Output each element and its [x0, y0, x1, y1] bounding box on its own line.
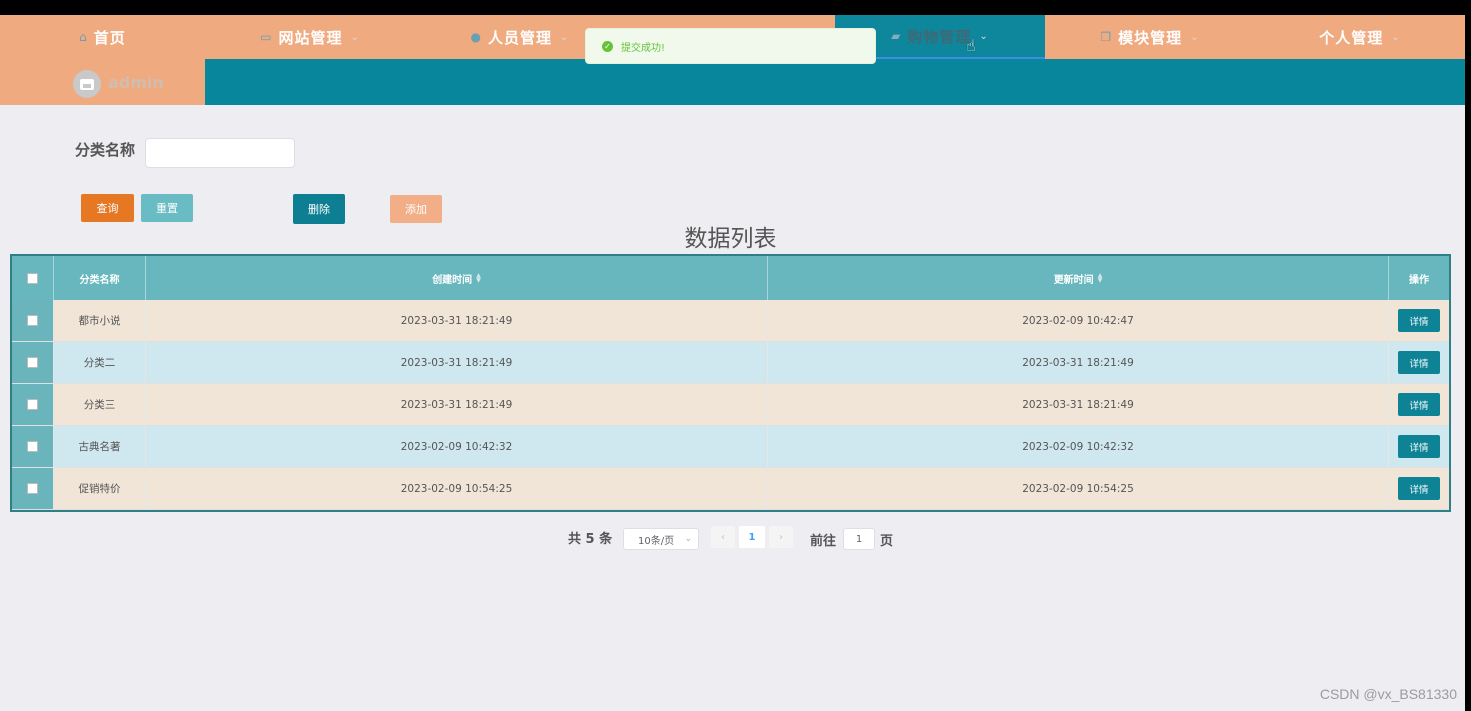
column-header-name: 分类名称 [54, 256, 146, 300]
row-select-cell [12, 300, 54, 342]
cell-created: 2023-03-31 18:21:49 [146, 300, 768, 342]
goto-label: 前往 [810, 534, 837, 549]
detail-button[interactable]: 详情 [1398, 351, 1440, 374]
reset-button[interactable]: 重置 [141, 194, 193, 222]
cell-name: 促销特价 [54, 468, 146, 510]
right-black-bar [1465, 15, 1471, 711]
pagination-total: 共 5 条 [568, 532, 613, 547]
nav-item-module[interactable]: ❐ 模块管理 ⌄ [1045, 15, 1255, 59]
sort-icon[interactable]: ▲ ▼ [476, 273, 481, 284]
detail-button[interactable]: 详情 [1398, 393, 1440, 416]
prev-page-button[interactable]: ‹ [711, 526, 735, 548]
top-black-bar [0, 0, 1471, 15]
user-icon: ● [470, 30, 483, 44]
nav-item-home[interactable]: ⌂ 首页 [0, 15, 205, 59]
page-size-select[interactable]: 10条/页 ⌄ [623, 528, 699, 550]
cell-name: 分类三 [54, 384, 146, 426]
cell-created: 2023-03-31 18:21:49 [146, 384, 768, 426]
nav-item-label: 人员管理 [488, 28, 553, 47]
table-row: 促销特价 2023-02-09 10:54:25 2023-02-09 10:5… [12, 468, 1449, 510]
cell-action: 详情 [1389, 300, 1449, 342]
row-select-cell [12, 426, 54, 468]
page-title: 数据列表 [684, 226, 777, 252]
cell-name: 都市小说 [54, 300, 146, 342]
row-select-cell [12, 342, 54, 384]
row-checkbox[interactable] [27, 357, 38, 368]
cell-updated: 2023-03-31 18:21:49 [768, 384, 1389, 426]
row-checkbox[interactable] [27, 315, 38, 326]
select-all-cell [12, 256, 54, 300]
cell-updated: 2023-02-09 10:54:25 [768, 468, 1389, 510]
table-row: 都市小说 2023-03-31 18:21:49 2023-02-09 10:4… [12, 300, 1449, 342]
nav-item-label: 首页 [93, 28, 126, 47]
monitor-icon: ▭ [260, 30, 273, 44]
cell-updated: 2023-02-09 10:42:47 [768, 300, 1389, 342]
nav-item-label: 个人管理 [1319, 28, 1384, 47]
cell-action: 详情 [1389, 342, 1449, 384]
toast-message: 提交成功! [621, 42, 666, 54]
row-select-cell [12, 468, 54, 510]
cell-created: 2023-02-09 10:42:32 [146, 426, 768, 468]
cell-name: 古典名著 [54, 426, 146, 468]
nav-item-personal[interactable]: 个人管理 ⌄ [1255, 15, 1465, 59]
detail-button[interactable]: 详情 [1398, 435, 1440, 458]
cell-updated: 2023-03-31 18:21:49 [768, 342, 1389, 384]
bag-icon: ▰ [891, 29, 902, 43]
nav-item-site[interactable]: ▭ 网站管理 ⌄ [205, 15, 415, 59]
column-header-created[interactable]: 创建时间 ▲ ▼ [146, 256, 768, 300]
cell-action: 详情 [1389, 384, 1449, 426]
cell-updated: 2023-02-09 10:42:32 [768, 426, 1389, 468]
cell-action: 详情 [1389, 468, 1449, 510]
sub-nav-bar [205, 59, 1465, 105]
chevron-down-icon: ⌄ [1190, 31, 1200, 43]
data-table: 分类名称 创建时间 ▲ ▼ 更新时间 ▲ ▼ 操作 都市小说 2023-03-31 … [10, 254, 1451, 512]
table-row: 古典名著 2023-02-09 10:42:32 2023-02-09 10:4… [12, 426, 1449, 468]
chevron-down-icon: ⌄ [979, 30, 989, 42]
cell-created: 2023-03-31 18:21:49 [146, 342, 768, 384]
column-header-updated[interactable]: 更新时间 ▲ ▼ [768, 256, 1389, 300]
page-size-value: 10条/页 [638, 535, 675, 547]
search-label: 分类名称 [75, 141, 136, 159]
avatar[interactable] [73, 70, 101, 98]
table-header: 分类名称 创建时间 ▲ ▼ 更新时间 ▲ ▼ 操作 [12, 256, 1449, 300]
nav-item-label: 模块管理 [1118, 28, 1183, 47]
row-checkbox[interactable] [27, 483, 38, 494]
row-select-cell [12, 384, 54, 426]
column-header-action: 操作 [1409, 274, 1429, 286]
table-row: 分类三 2023-03-31 18:21:49 2023-03-31 18:21… [12, 384, 1449, 426]
chevron-down-icon: ⌄ [350, 31, 360, 43]
detail-button[interactable]: 详情 [1398, 477, 1440, 500]
select-all-checkbox[interactable] [27, 272, 38, 284]
copy-icon: ❐ [1100, 30, 1113, 44]
page-number-button[interactable]: 1 [739, 526, 765, 548]
table-row: 分类二 2023-03-31 18:21:49 2023-03-31 18:21… [12, 342, 1449, 384]
mouse-cursor-icon: ☝ [966, 36, 976, 55]
username: admin [108, 73, 164, 92]
check-circle-icon: ✓ [602, 40, 613, 52]
user-panel [0, 59, 205, 105]
chevron-down-icon: ⌄ [684, 534, 692, 544]
watermark: CSDN @vx_BS81330 [1319, 686, 1457, 702]
chevron-down-icon: ⌄ [560, 31, 570, 43]
row-checkbox[interactable] [27, 441, 38, 452]
detail-button[interactable]: 详情 [1398, 309, 1440, 332]
row-checkbox[interactable] [27, 399, 38, 410]
cell-action: 详情 [1389, 426, 1449, 468]
next-page-button[interactable]: › [769, 526, 793, 548]
success-toast: ✓ 提交成功! [585, 28, 876, 64]
cell-created: 2023-02-09 10:54:25 [146, 468, 768, 510]
query-button[interactable]: 查询 [81, 194, 134, 222]
home-icon: ⌂ [79, 30, 88, 44]
category-name-input[interactable] [145, 138, 295, 168]
chevron-down-icon: ⌄ [1391, 31, 1401, 43]
nav-item-label: 网站管理 [278, 28, 343, 47]
cell-name: 分类二 [54, 342, 146, 384]
nav-item-label: 购物管理 [907, 27, 972, 46]
image-icon [80, 78, 94, 90]
goto-page-input[interactable]: 1 [843, 528, 875, 550]
page-suffix-label: 页 [880, 534, 894, 549]
sort-icon[interactable]: ▲ ▼ [1098, 273, 1103, 284]
